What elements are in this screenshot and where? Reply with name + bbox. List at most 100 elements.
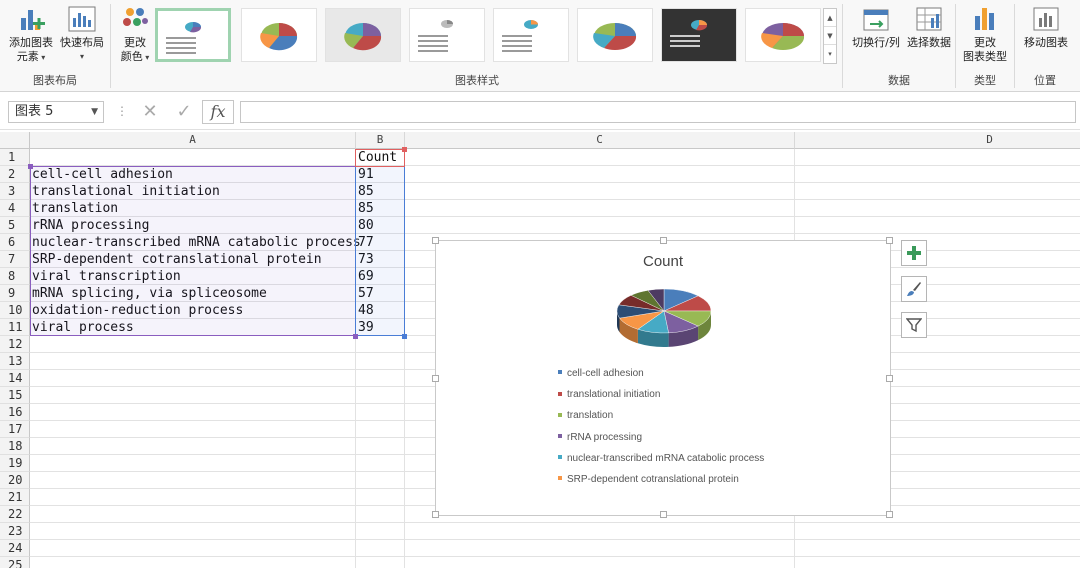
cell-a[interactable] bbox=[30, 506, 355, 523]
chart-style-thumb[interactable] bbox=[661, 8, 737, 62]
column-header-d[interactable]: D bbox=[795, 132, 1080, 149]
row-header[interactable]: 14 bbox=[0, 370, 30, 387]
legend-entry[interactable]: cell-cell adhesion bbox=[558, 367, 764, 388]
row-header[interactable]: 22 bbox=[0, 506, 30, 523]
name-box[interactable]: 图表 5 ▼ bbox=[8, 101, 104, 123]
gallery-scroller[interactable]: ▲ ▼ ▾ bbox=[823, 8, 837, 64]
gallery-down-icon[interactable]: ▼ bbox=[824, 27, 836, 45]
chart-style-thumb[interactable] bbox=[241, 8, 317, 62]
range-handle[interactable] bbox=[353, 334, 358, 339]
row-header[interactable]: 16 bbox=[0, 404, 30, 421]
row-header[interactable]: 10 bbox=[0, 302, 30, 319]
cell-a[interactable] bbox=[30, 404, 355, 421]
move-chart-button[interactable]: 移动图表 bbox=[1019, 4, 1073, 50]
chart-elements-button[interactable] bbox=[901, 240, 927, 266]
pie-plot-area[interactable] bbox=[614, 285, 714, 353]
row-header[interactable]: 3 bbox=[0, 183, 30, 200]
cell-b[interactable] bbox=[356, 506, 404, 523]
row-header[interactable]: 15 bbox=[0, 387, 30, 404]
row-header[interactable]: 11 bbox=[0, 319, 30, 336]
cell-b[interactable] bbox=[356, 387, 404, 404]
range-handle[interactable] bbox=[28, 164, 33, 169]
row-header[interactable]: 2 bbox=[0, 166, 30, 183]
legend-entry[interactable]: SRP-dependent cotranslational protein bbox=[558, 473, 764, 494]
add-chart-element-button[interactable]: 添加图表 元素 ▾ bbox=[6, 4, 56, 65]
row-header[interactable]: 21 bbox=[0, 489, 30, 506]
row-header[interactable]: 5 bbox=[0, 217, 30, 234]
row-header[interactable]: 12 bbox=[0, 336, 30, 353]
chart-style-thumb[interactable] bbox=[745, 8, 821, 62]
resize-handle[interactable] bbox=[886, 237, 893, 244]
cell-b[interactable] bbox=[356, 421, 404, 438]
cell-b[interactable] bbox=[356, 336, 404, 353]
resize-handle[interactable] bbox=[886, 375, 893, 382]
gallery-more-icon[interactable]: ▾ bbox=[824, 45, 836, 63]
chart-style-thumb[interactable] bbox=[325, 8, 401, 62]
chart-style-thumb[interactable] bbox=[409, 8, 485, 62]
cell-a[interactable] bbox=[30, 489, 355, 506]
quick-layout-button[interactable]: 快速布局 ▾ bbox=[58, 4, 106, 64]
cell-a[interactable] bbox=[30, 540, 355, 557]
row-header[interactable]: 4 bbox=[0, 200, 30, 217]
resize-handle[interactable] bbox=[432, 511, 439, 518]
row-header[interactable]: 17 bbox=[0, 421, 30, 438]
chart-style-thumb[interactable] bbox=[155, 8, 231, 62]
cancel-icon[interactable]: ✕ bbox=[136, 100, 164, 124]
range-handle[interactable] bbox=[402, 147, 407, 152]
row-header[interactable]: 24 bbox=[0, 540, 30, 557]
resize-handle[interactable] bbox=[432, 237, 439, 244]
enter-icon[interactable]: ✓ bbox=[170, 100, 198, 124]
row-header[interactable]: 7 bbox=[0, 251, 30, 268]
cell-a[interactable] bbox=[30, 523, 355, 540]
cell-b[interactable] bbox=[356, 472, 404, 489]
formula-input[interactable] bbox=[240, 101, 1076, 123]
cell-b[interactable] bbox=[356, 523, 404, 540]
cell-b[interactable] bbox=[356, 370, 404, 387]
cell-a[interactable] bbox=[30, 438, 355, 455]
cell-a[interactable] bbox=[30, 557, 355, 568]
change-chart-type-button[interactable]: 更改 图表类型 bbox=[960, 4, 1010, 64]
row-header[interactable]: 6 bbox=[0, 234, 30, 251]
cell-a[interactable] bbox=[30, 370, 355, 387]
column-header-c[interactable]: C bbox=[405, 132, 795, 149]
select-data-button[interactable]: 选择数据 bbox=[905, 4, 953, 50]
cell-a[interactable] bbox=[30, 149, 355, 166]
cell-b[interactable] bbox=[356, 540, 404, 557]
resize-handle[interactable] bbox=[432, 375, 439, 382]
column-header-b[interactable]: B bbox=[356, 132, 405, 149]
resize-handle[interactable] bbox=[660, 237, 667, 244]
row-header[interactable]: 13 bbox=[0, 353, 30, 370]
row-header[interactable]: 8 bbox=[0, 268, 30, 285]
resize-handle[interactable] bbox=[660, 511, 667, 518]
cell-b[interactable] bbox=[356, 353, 404, 370]
cell-a[interactable] bbox=[30, 421, 355, 438]
change-colors-button[interactable]: 更改 颜色 ▾ bbox=[117, 4, 153, 65]
cell-a[interactable] bbox=[30, 455, 355, 472]
resize-handle[interactable] bbox=[886, 511, 893, 518]
cell-b[interactable] bbox=[356, 455, 404, 472]
select-all-corner[interactable] bbox=[0, 132, 30, 149]
cell-b[interactable] bbox=[356, 404, 404, 421]
row-header[interactable]: 25 bbox=[0, 557, 30, 568]
cell-a[interactable] bbox=[30, 353, 355, 370]
chart-style-thumb[interactable] bbox=[577, 8, 653, 62]
range-handle[interactable] bbox=[402, 334, 407, 339]
column-header-a[interactable]: A bbox=[30, 132, 356, 149]
legend-entry[interactable]: nuclear-transcribed mRNA catabolic proce… bbox=[558, 452, 764, 473]
row-header[interactable]: 18 bbox=[0, 438, 30, 455]
row-header[interactable]: 9 bbox=[0, 285, 30, 302]
row-header[interactable]: 20 bbox=[0, 472, 30, 489]
insert-function-button[interactable]: fx bbox=[202, 100, 234, 124]
row-header[interactable]: 23 bbox=[0, 523, 30, 540]
legend-entry[interactable]: translational initiation bbox=[558, 388, 764, 409]
chart-styles-button[interactable] bbox=[901, 276, 927, 302]
cell-b[interactable] bbox=[356, 438, 404, 455]
switch-row-column-button[interactable]: 切换行/列 bbox=[847, 4, 905, 50]
legend-entry[interactable]: translation bbox=[558, 409, 764, 430]
cell-a[interactable] bbox=[30, 387, 355, 404]
cell-b[interactable] bbox=[356, 557, 404, 568]
cell-a[interactable] bbox=[30, 336, 355, 353]
chart-title[interactable]: Count bbox=[436, 253, 890, 270]
cell-b[interactable] bbox=[356, 489, 404, 506]
cell-a[interactable] bbox=[30, 472, 355, 489]
